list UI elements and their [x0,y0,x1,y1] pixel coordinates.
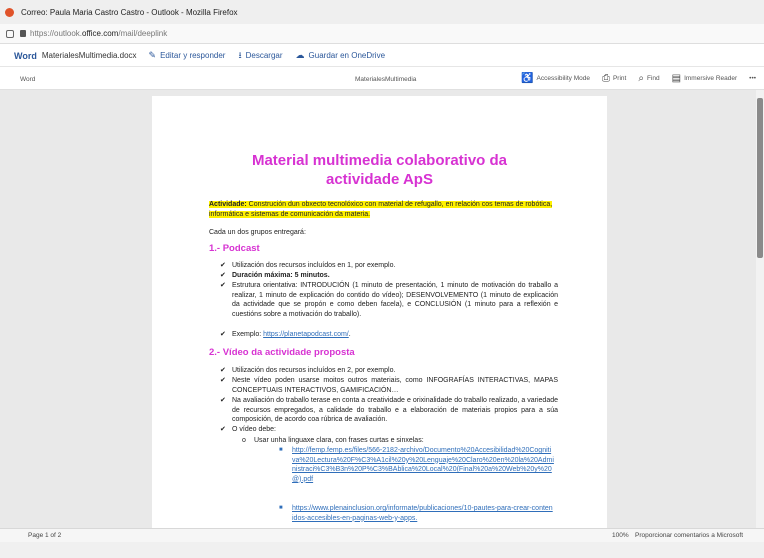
document-title: MaterialesMultimedia [355,76,417,83]
immersive-reader-button[interactable]: ▤ Immersive Reader [672,73,738,84]
download-label: Descargar [245,51,283,60]
word-brand: Word [14,50,37,61]
checkmark-icon: ✔ [220,426,226,433]
word-header-bar: Word MaterialesMultimedia.docx ✎ Editar … [0,45,764,67]
checkmark-icon: ✔ [220,282,226,289]
find-label: Find [646,75,660,82]
activity-text: Construción dun obxecto tecnolóxico con … [209,201,553,218]
podcast-example-link[interactable]: https://planetapodcast.com/ [263,331,349,338]
duration-value: 5 minutos. [292,272,330,279]
print-label: Print [612,75,627,82]
edit-and-reply-button[interactable]: ✎ Editar y responder [149,50,226,61]
sub-bullet-text: Usar unha linguaxe clara, con frases cur… [254,437,424,444]
bullet-text: Estrutura orientativa: INTRODUCIÓN (1 mi… [232,282,558,318]
example-label: Exemplo: [232,331,264,338]
feedback-link[interactable]: Proporcionar comentarios a Microsoft [635,532,743,539]
list-item: ✔ Duración máxima: 5 minutos. [220,271,558,281]
section-heading-podcast: 1.- Podcast [209,243,260,254]
bullet-text: Utilización dos recursos incluídos en 2,… [232,367,396,374]
edit-icon: ✎ [148,50,157,60]
plenainclusion-link[interactable]: https://www.plenainclusion.org/informate… [292,504,554,523]
save-to-onedrive-label: Guardar en OneDrive [308,51,386,60]
checkmark-icon: ✔ [220,397,226,404]
document-toolbar: Word MaterialesMultimedia ♿ Accessibilit… [0,68,764,90]
immersive-reader-icon: ▤ [671,73,682,84]
bullet-text: O vídeo debe: [232,426,276,433]
window-title: Correo: Paula Maria Castro Castro - Outl… [21,7,238,17]
document-title-line-1: Material multimedia colaborativo da [251,152,508,169]
edit-and-reply-label: Editar y responder [160,51,226,60]
list-item: ✔ Utilización dos recursos incluídos en … [220,366,558,376]
page-info-icon[interactable] [6,29,14,38]
sub-list-item: o Usar unha linguaxe clara, con frases c… [242,436,554,446]
search-icon: ⌕ [638,73,644,84]
vertical-scrollbar[interactable] [756,90,764,528]
download-icon: ⭳ [238,49,242,60]
list-item: ✔ Estrutura orientativa: INTRODUCIÓN (1 … [220,281,558,319]
print-button[interactable]: ⎙ Print [602,73,626,84]
intro-text: Cada un dos grupos entregará: [209,229,306,236]
url-path[interactable]: /mail/deeplink [118,29,167,38]
bullet-text: Utilización dos recursos incluídos en 1,… [232,262,396,269]
browser-window: Correo: Paula Maria Castro Castro - Outl… [0,0,764,558]
scrollbar-thumb[interactable] [757,98,763,258]
toolbar-tools: ♿ Accessibility Mode ⎙ Print ⌕ Find ▤ Im… [509,73,756,84]
accessibility-mode-label: Accessibility Mode [536,75,590,82]
download-button[interactable]: ⭳ Descargar [238,48,282,64]
immersive-reader-label: Immersive Reader [684,75,738,82]
checkmark-icon: ✔ [220,331,226,338]
list-item: ✔ O vídeo debe: [220,425,558,435]
status-bar: Page 1 of 2 100% Proporcionar comentario… [0,528,764,542]
address-bar[interactable]: https://outlook. office.com/mail/deeplink [0,24,764,44]
bullet-text: Na avaliación do traballo terase en cont… [232,397,558,423]
list-item: ✔ Exemplo: https://planetapodcast.com/. [220,330,558,340]
window-titlebar: Correo: Paula Maria Castro Castro - Outl… [0,0,764,24]
document-title-line-2: actividade ApS [326,171,433,188]
onedrive-icon: ☁ [295,50,305,60]
example-tail: . [348,331,351,338]
checkmark-icon: ✔ [220,377,226,384]
activity-highlight: Actividade: Construción dun obxecto tecn… [209,201,553,218]
document-page: Material multimedia colaborativo da acti… [152,96,607,528]
find-button[interactable]: ⌕ Find [638,73,659,84]
checkmark-icon: ✔ [220,272,226,279]
checkmark-icon: ✔ [220,367,226,374]
firefox-icon [5,7,14,17]
doc-filename: MaterialesMultimedia.docx [41,51,137,60]
accessibility-doc-link[interactable]: http://femp.femp.es/files/566-2182-archi… [292,446,554,484]
checkmark-icon: ✔ [220,262,226,269]
accessibility-icon: ♿ [521,73,534,84]
circle-bullet-icon: o [242,437,246,444]
section-heading-video: 2.- Vídeo da actividade proposta [209,347,355,358]
bottom-strip [0,542,764,558]
lock-icon[interactable] [20,30,26,37]
url-domain[interactable]: office.com [82,29,118,38]
accessibility-mode-button[interactable]: ♿ Accessibility Mode [521,73,590,84]
page-indicator: Page 1 of 2 [28,532,62,539]
activity-label: Actividade: [209,201,247,208]
list-item: ✔ Na avaliación do traballo terase en co… [220,396,558,425]
print-icon: ⎙ [601,73,610,84]
app-label: Word [20,76,36,83]
save-to-onedrive-button[interactable]: ☁ Guardar en OneDrive [296,50,385,61]
duration-label: Duración máxima: [232,272,293,279]
list-item: ✔ Neste vídeo poden usarse moitos outros… [220,376,558,395]
bullet-text: Neste vídeo poden usarse moitos outros m… [232,377,558,394]
activity-paragraph: Actividade: Construción dun obxecto tecn… [209,200,561,220]
square-bullet-icon: ■ [279,505,283,511]
document-canvas: Material multimedia colaborativo da acti… [0,90,764,528]
more-options-button[interactable]: ••• [749,75,756,82]
zoom-level[interactable]: 100% [612,532,629,539]
square-bullet-icon: ■ [279,447,283,453]
list-item: ✔ Utilización dos recursos incluídos en … [220,261,558,271]
url-prefix[interactable]: https://outlook. [30,29,82,38]
